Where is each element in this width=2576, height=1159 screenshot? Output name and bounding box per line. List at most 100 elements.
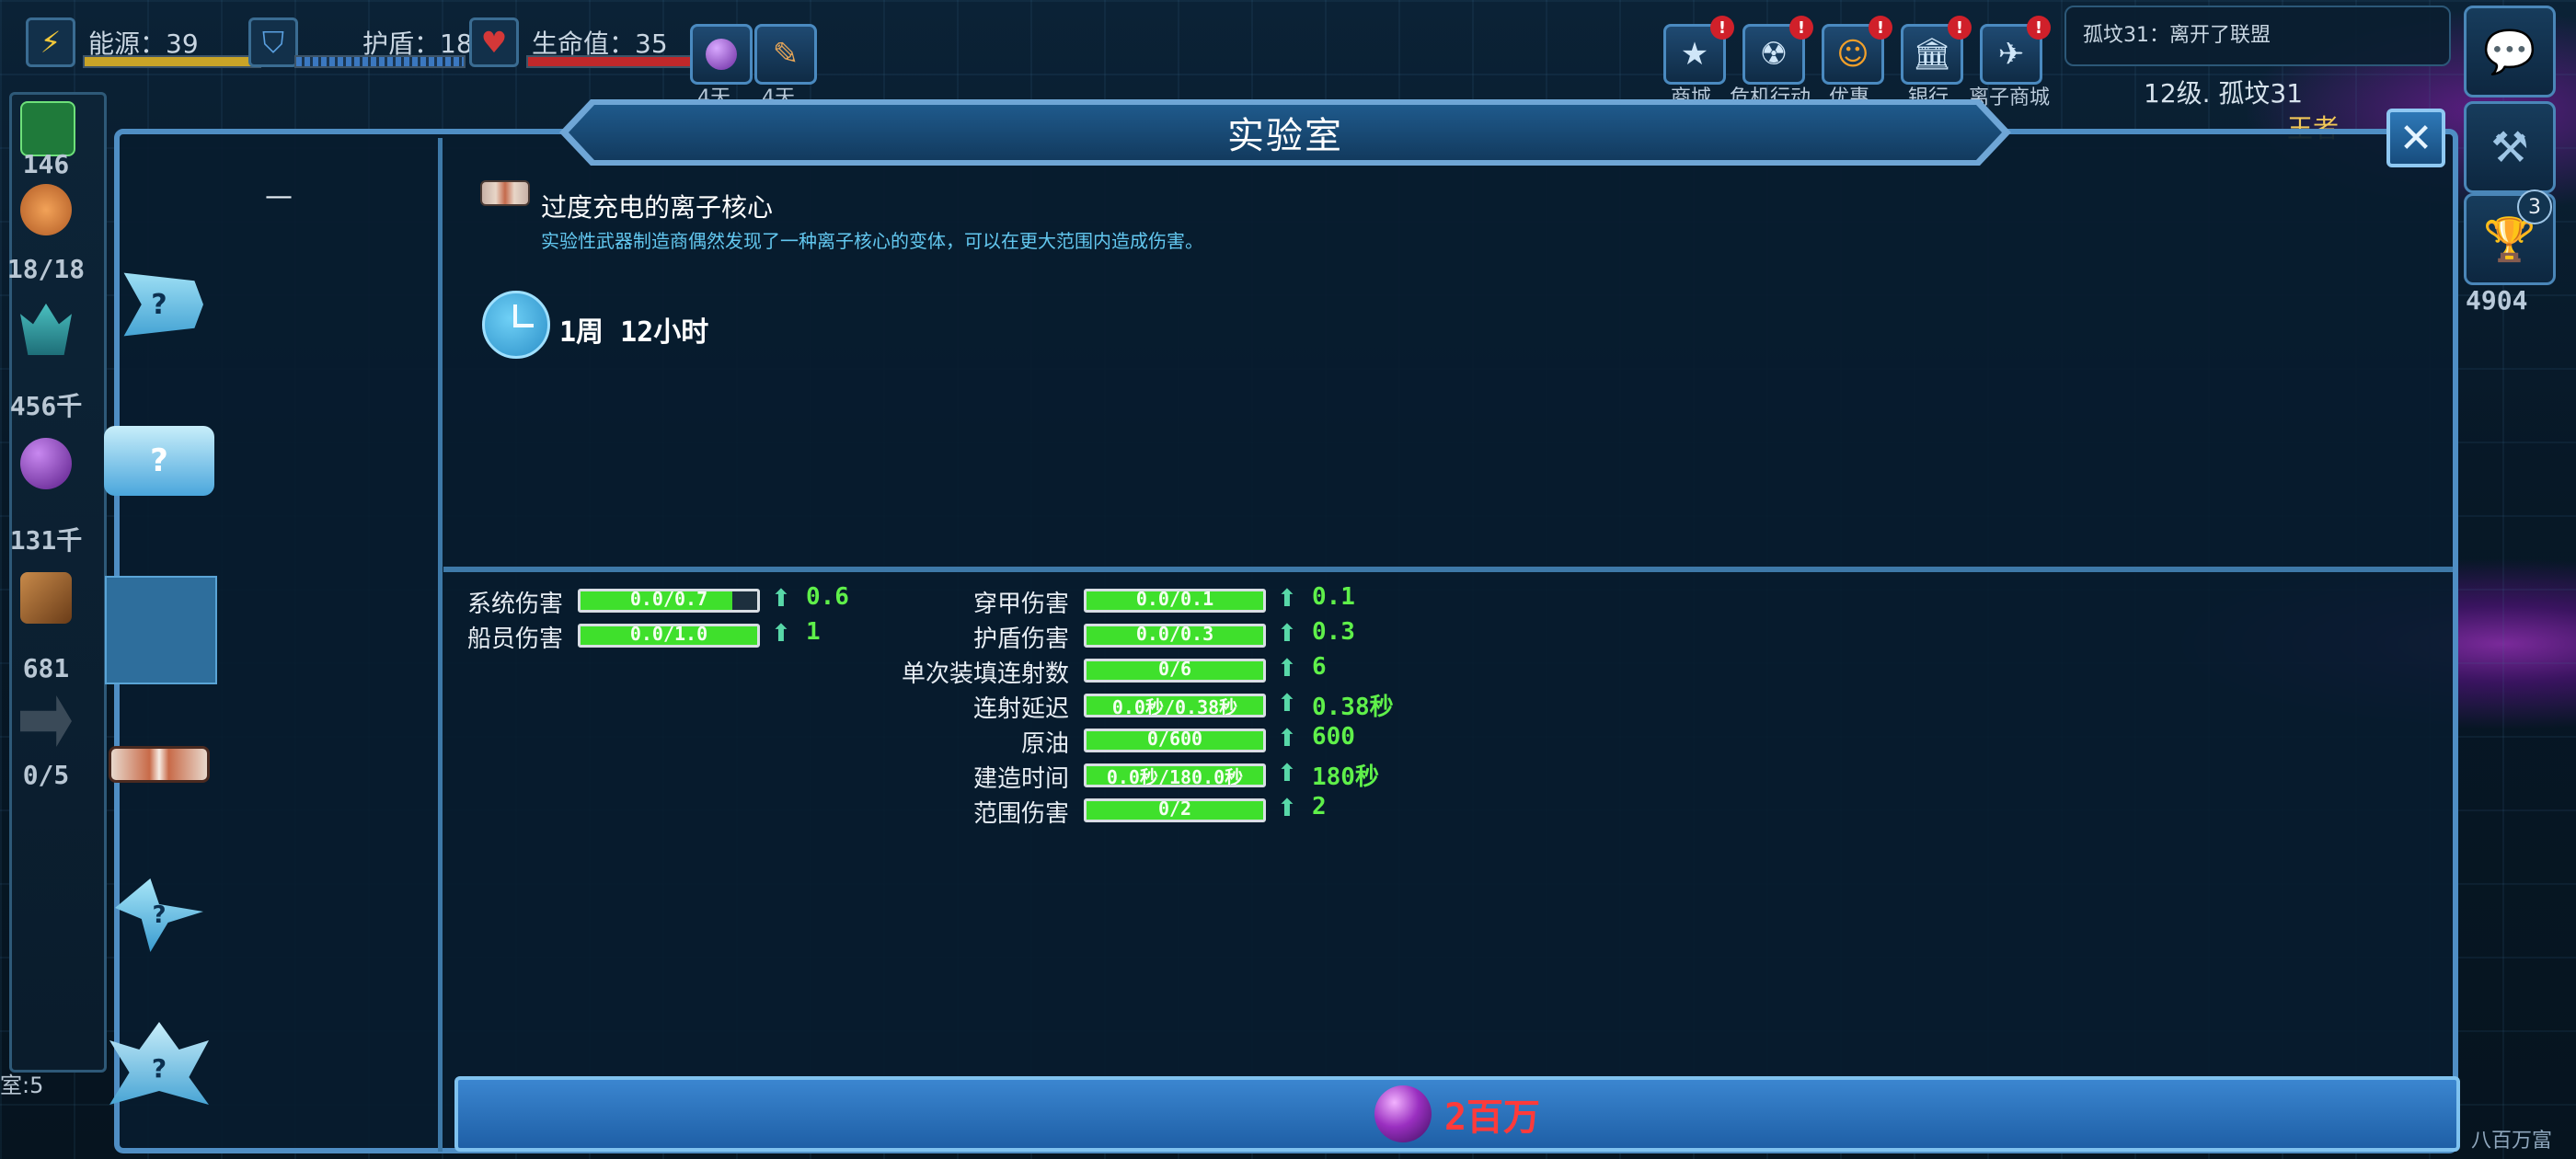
bank-icon: 🏛 (1912, 36, 1952, 73)
alert-badge: ! (1869, 16, 1892, 40)
unknown-fighter-icon: ? (115, 878, 203, 952)
stat-label: 原油 (1020, 730, 1069, 758)
shop-button[interactable]: ★! (1663, 16, 1734, 85)
stat-bar: 0/6 (1084, 659, 1266, 683)
up-arrow-icon: ⬆ (1277, 690, 1297, 717)
up-arrow-icon: ⬆ (771, 585, 791, 613)
stat-bar-text: 0.0/0.7 (629, 589, 708, 610)
stat-label: 建造时间 (972, 765, 1069, 793)
stat-increase: 0.6 (806, 583, 849, 611)
stat-label: 穿甲伤害 (972, 591, 1069, 618)
scroll-icon: ✎ (772, 36, 799, 73)
stat-bar-text: 0.0/0.3 (1135, 624, 1214, 645)
list-item[interactable]: ? (101, 410, 217, 511)
stat-bar-text: 0.0秒/0.38秒 (1111, 696, 1238, 717)
list-item[interactable]: ? (101, 254, 217, 355)
boost-orb-button[interactable] (690, 24, 753, 85)
stat-bar: 0/600 (1084, 729, 1266, 752)
unknown-module-icon: ? (104, 426, 214, 496)
stat-bar: 0.0/0.1 (1084, 589, 1266, 613)
smile-icon: ☺ (1836, 36, 1869, 73)
stat-label: 护盾伤害 (972, 625, 1069, 653)
orb-icon (706, 39, 737, 70)
chat-button[interactable]: 💬 (2464, 6, 2556, 98)
offers-button[interactable]: ☺! (1822, 16, 1892, 85)
stat-increase: 0.38秒 (1312, 694, 1394, 721)
stat-increase: 0.3 (1312, 618, 1355, 646)
stat-label: 系统伤害 (466, 591, 563, 618)
up-arrow-icon: ⬆ (1277, 760, 1297, 787)
materials-value: 681 (22, 653, 70, 683)
up-arrow-icon: ⬆ (771, 620, 791, 648)
chat-bubble-icon: 💬 (2483, 26, 2536, 76)
up-arrow-icon: ⬆ (1277, 795, 1297, 822)
stat-increase: 0.1 (1312, 583, 1355, 611)
stat-label: 范围伤害 (972, 800, 1069, 828)
stat-bar: 0/2 (1084, 798, 1266, 822)
up-arrow-icon: ⬆ (1277, 620, 1297, 648)
notice-box: 孤坟31：离开了联盟 (2064, 6, 2451, 66)
item-description: 实验性武器制造商偶然发现了一种离子核心的变体，可以在更大范围内造成伤害。 (541, 230, 1203, 252)
boost-scroll-button[interactable]: ✎ (754, 24, 817, 85)
alert-badge: ! (1789, 16, 1813, 40)
orange-core-icon (109, 746, 210, 783)
list-item[interactable]: ? (101, 865, 217, 966)
build-button[interactable]: ⚒ (2464, 101, 2556, 193)
stat-bar-text: 0/2 (1157, 798, 1192, 820)
heart-icon: ♥ (469, 17, 519, 67)
ship-icon: ✈ (1997, 36, 2025, 73)
trophy-count: 3 (2517, 189, 2552, 224)
stat-bar-text: 0/600 (1146, 729, 1203, 750)
cash-icon[interactable] (20, 101, 75, 156)
notice-text: 孤坟31：离开了联盟 (2083, 24, 2271, 47)
shield-meter: ⛉ 护盾：18 (248, 13, 473, 72)
alert-badge: ! (1948, 16, 1972, 40)
stat-increase: 2 (1312, 793, 1327, 820)
crew-icon[interactable] (20, 184, 72, 235)
energy-meter: ⚡ 能源：39 (26, 13, 261, 72)
crate-icon[interactable] (20, 572, 72, 624)
stat-bar-text: 0.0/0.1 (1135, 589, 1214, 610)
up-arrow-icon: ⬆ (1277, 725, 1297, 752)
hull-bar (526, 55, 692, 68)
stat-increase: 600 (1312, 723, 1355, 751)
up-arrow-icon: ⬆ (1277, 585, 1297, 613)
ion-orb-icon[interactable] (20, 438, 72, 489)
radiation-icon: ☢ (1759, 36, 1788, 73)
minerals-value: 456千 (9, 391, 83, 421)
item-name: 过度充电的离子核心 (541, 192, 774, 223)
bottom-right-hint: 八百万富 (2471, 1130, 2553, 1153)
list-item-selected[interactable] (105, 576, 217, 684)
list-item[interactable]: ? (101, 1017, 217, 1119)
room-value: 室:5 (0, 1073, 44, 1098)
bank-button[interactable]: 🏛! (1901, 16, 1972, 85)
player-name: 12级. 孤坟31 (2144, 78, 2304, 109)
drones-value: 0/5 (22, 760, 70, 790)
shield-icon: ⛉ (248, 17, 298, 67)
shield-bar (294, 55, 466, 68)
stat-label: 单次装填连射数 (901, 660, 1069, 688)
stat-bar-text: 0.0/1.0 (629, 624, 708, 645)
stat-bar-text: 0.0秒/180.0秒 (1106, 766, 1244, 787)
hammer-icon: ⚒ (2490, 122, 2529, 172)
list-dash: — (265, 180, 293, 212)
ion-shop-button[interactable]: ✈! (1980, 16, 2051, 85)
hull-meter: ♥ 生命值：35 (469, 13, 692, 72)
stat-increase: 1 (806, 618, 821, 646)
star-icon: ★ (1680, 36, 1709, 73)
stat-bar: 0.0/0.3 (1084, 624, 1266, 648)
stat-bar-text: 0/6 (1157, 659, 1192, 680)
stat-label: 船员伤害 (466, 625, 563, 653)
stat-bar: 0.0/1.0 (578, 624, 760, 648)
crisis-button[interactable]: ☢! (1742, 16, 1813, 85)
alert-badge: ! (1710, 16, 1734, 40)
player-line: 12级. 孤坟31 (2144, 74, 2303, 110)
unknown-ship-icon: ? (123, 272, 203, 337)
crew-value: 18/18 (6, 254, 86, 284)
stat-bar: 0.0/0.7 (578, 589, 760, 613)
ion-orb-icon (1374, 1085, 1432, 1142)
research-buy-button[interactable]: 2百万 (454, 1076, 2460, 1152)
clock-icon (482, 291, 550, 359)
score-value: 4904 (2466, 285, 2528, 316)
stat-label: 连射延迟 (972, 695, 1069, 723)
